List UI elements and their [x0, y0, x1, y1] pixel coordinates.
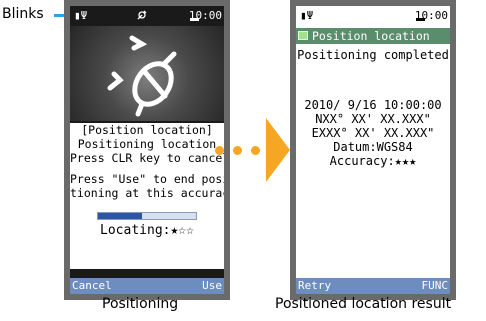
- status-clock: 10:00: [414, 9, 448, 22]
- softkey-bar: Retry FUNC: [296, 278, 450, 294]
- blinks-label: Blinks: [2, 6, 44, 22]
- satellite-animation: [70, 26, 224, 121]
- position-location-message: [Position location] Positioning location…: [70, 123, 224, 269]
- title-bar: Position location: [296, 28, 450, 44]
- use-softkey[interactable]: Use: [202, 279, 222, 292]
- message-line: tioning at this accuracy: [70, 186, 224, 200]
- result-accuracy: Accuracy:★★★: [329, 154, 417, 168]
- transition-arrow-icon: [266, 118, 290, 182]
- result-latitude: NXX° XX' XX.XXX": [315, 112, 431, 126]
- phone-positioning: ▮Ψ 10:00 [Position location] Positioning…: [64, 0, 230, 300]
- locating-accuracy: Locating:★☆☆: [70, 224, 224, 238]
- message-line: [Position location]: [81, 123, 213, 137]
- satellite-icon: [107, 35, 177, 117]
- status-clock: 10:00: [188, 9, 222, 22]
- accuracy-stars: ★☆☆: [170, 223, 194, 238]
- signal-antenna-icon: ▮Ψ: [300, 9, 314, 22]
- gps-positioning-icon: [136, 9, 148, 24]
- transition-dot: [233, 146, 242, 155]
- positioning-progress-bar: [97, 212, 197, 220]
- status-bar: ▮Ψ 10:00: [70, 6, 224, 26]
- location-result: 2010/ 9/16 10:00:00 NXX° XX' XX.XXX" EXX…: [296, 98, 450, 168]
- position-location-icon: [298, 31, 308, 40]
- status-bar: ▮Ψ 10:00: [296, 6, 450, 26]
- transition-dot: [251, 146, 260, 155]
- func-softkey[interactable]: FUNC: [422, 279, 449, 292]
- progress-fill: [98, 213, 143, 219]
- phone-result: ▮Ψ 10:00 Position location Positioning c…: [290, 0, 456, 300]
- locating-label: Locating:: [100, 223, 171, 238]
- softkey-bar: Cancel Use: [70, 278, 224, 294]
- caption-positioning: Positioning: [102, 296, 179, 312]
- message-line: Positioning location: [77, 137, 217, 151]
- message-line: Press "Use" to end posi-: [70, 172, 224, 186]
- positioning-screen: ▮Ψ 10:00 [Position location] Positioning…: [70, 6, 224, 294]
- screen-title: Position location: [312, 29, 430, 43]
- transition-dot: [215, 146, 224, 155]
- positioning-completed-text: Positioning completed: [297, 48, 449, 62]
- message-line: Press CLR key to cancel: [70, 151, 224, 165]
- result-datetime: 2010/ 9/16 10:00:00: [304, 98, 442, 112]
- caption-result: Positioned location result: [275, 296, 452, 312]
- cancel-softkey[interactable]: Cancel: [72, 279, 112, 292]
- result-longitude: EXXX° XX' XX.XXX": [311, 126, 435, 140]
- result-datum: Datum:WGS84: [333, 140, 413, 154]
- result-screen: ▮Ψ 10:00 Position location Positioning c…: [296, 6, 450, 294]
- retry-softkey[interactable]: Retry: [298, 279, 331, 292]
- signal-antenna-icon: ▮Ψ: [74, 9, 88, 22]
